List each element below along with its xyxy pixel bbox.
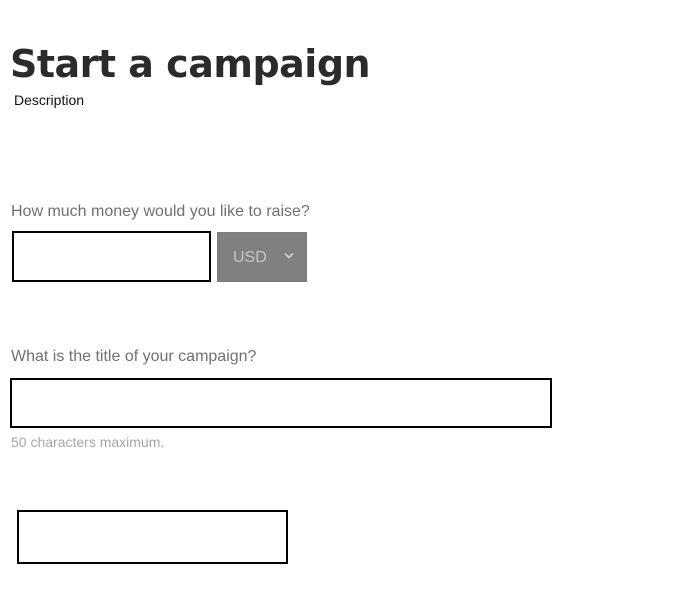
currency-select[interactable]: USD bbox=[217, 232, 307, 282]
amount-label: How much money would you like to raise? bbox=[11, 203, 310, 220]
chevron-down-icon bbox=[284, 253, 294, 259]
campaign-title-helper: 50 characters maximum. bbox=[11, 434, 165, 450]
campaign-title-input[interactable] bbox=[10, 378, 552, 428]
amount-input[interactable] bbox=[12, 231, 211, 282]
page-title: Start a campaign bbox=[10, 42, 371, 86]
page-description: Description bbox=[14, 92, 85, 108]
extra-input[interactable] bbox=[17, 510, 288, 564]
currency-value: USD bbox=[233, 249, 267, 266]
campaign-title-label: What is the title of your campaign? bbox=[11, 348, 257, 365]
